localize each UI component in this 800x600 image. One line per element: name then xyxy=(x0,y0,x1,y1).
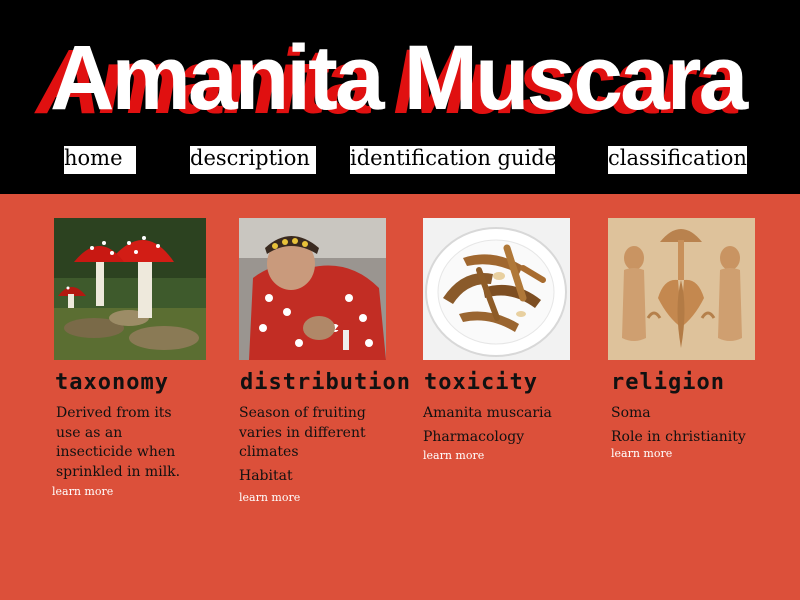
card-line: Pharmacology xyxy=(423,428,525,445)
nav-identification-guide[interactable]: identification guide xyxy=(350,146,557,174)
site-title[interactable]: Amanita Muscara xyxy=(50,32,748,124)
nav-home[interactable]: home xyxy=(64,146,136,174)
card-heading: religion xyxy=(611,370,725,395)
card-heading: distribution xyxy=(240,370,411,395)
card-line: Derived from its use as an insecticide w… xyxy=(56,405,181,480)
header: Amanita Muscara Amanita Muscara home des… xyxy=(0,0,800,194)
card-text: Derived from its use as an insecticide w… xyxy=(52,404,191,498)
card-text: Soma Role in christianity learn more xyxy=(611,404,751,460)
card-heading: toxicity xyxy=(424,370,538,395)
mushroom-photo[interactable] xyxy=(54,218,206,360)
learn-more-link[interactable]: learn more xyxy=(52,485,191,498)
card-line: Amanita muscaria xyxy=(423,405,552,421)
dried-mushrooms-photo[interactable] xyxy=(423,218,570,360)
card-line: Habitat xyxy=(239,467,293,484)
card-text: Amanita muscaria Pharmacology learn more xyxy=(423,404,563,462)
site-title-wrap: Amanita Muscara Amanita Muscara xyxy=(0,26,800,128)
nav-description[interactable]: description xyxy=(190,146,316,174)
nav-classification[interactable]: classification xyxy=(608,146,747,174)
person-photo[interactable] xyxy=(239,218,386,360)
fresco-photo[interactable] xyxy=(608,218,755,360)
learn-more-link[interactable]: learn more xyxy=(239,491,367,504)
card-line: Season of fruiting varies in different c… xyxy=(239,405,366,460)
card-heading: taxonomy xyxy=(55,370,169,395)
learn-more-link[interactable]: learn more xyxy=(423,449,563,462)
learn-more-link[interactable]: learn more xyxy=(611,447,751,460)
card-line: Soma xyxy=(611,405,651,421)
card-text: Season of fruiting varies in different c… xyxy=(239,404,367,504)
card-line: Role in christianity xyxy=(611,428,746,445)
